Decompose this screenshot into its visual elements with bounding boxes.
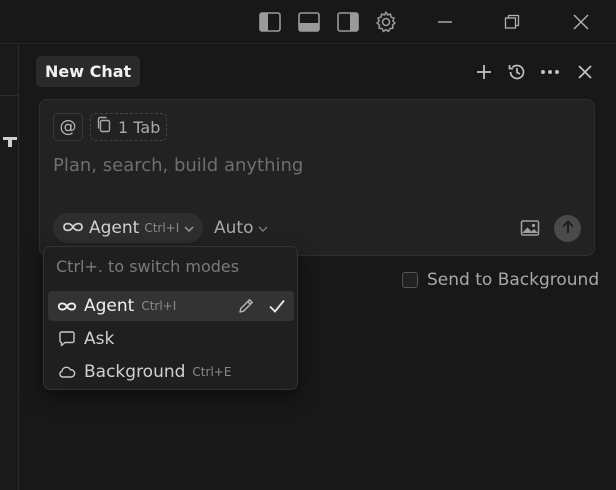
mode-menu-item-label: Ask <box>84 329 115 349</box>
mode-menu: Ctrl+. to switch modes Agent Ctrl+I Ask … <box>43 246 298 390</box>
copy-icon <box>96 116 112 138</box>
chat-bubble-icon <box>57 329 77 349</box>
mode-menu-item-agent[interactable]: Agent Ctrl+I <box>48 291 294 321</box>
editor-marker-icon <box>3 132 17 147</box>
context-tab-chip[interactable]: 1 Tab <box>90 113 168 141</box>
minimize-icon[interactable] <box>433 10 457 34</box>
history-icon[interactable] <box>505 60 529 84</box>
infinity-icon <box>62 218 84 238</box>
infinity-icon <box>57 296 77 316</box>
mode-label: Agent <box>89 218 140 238</box>
chevron-down-icon <box>258 218 268 238</box>
edit-pencil-icon[interactable] <box>236 296 256 316</box>
mode-menu-item-shortcut: Ctrl+I <box>141 299 177 313</box>
more-icon[interactable] <box>538 60 562 84</box>
prompt-input[interactable]: Plan, search, build anything <box>53 155 303 176</box>
model-selector[interactable]: Auto <box>214 218 268 238</box>
send-to-background-option[interactable]: Send to Background <box>402 270 599 290</box>
checkmark-icon <box>267 296 287 316</box>
mode-menu-item-background[interactable]: Background Ctrl+E <box>48 357 294 387</box>
model-label: Auto <box>214 218 254 238</box>
mode-menu-item-label: Background <box>84 362 186 382</box>
mode-menu-item-shortcut: Ctrl+E <box>192 365 232 379</box>
send-to-background-label: Send to Background <box>427 270 600 290</box>
mode-selector[interactable]: Agent Ctrl+I <box>53 213 204 243</box>
mode-menu-item-label: Agent <box>84 296 135 316</box>
chevron-down-icon <box>184 218 194 238</box>
cloud-icon <box>57 362 77 382</box>
toggle-panel-icon[interactable] <box>297 10 321 34</box>
mode-menu-hint: Ctrl+. to switch modes <box>56 257 240 276</box>
title-bar <box>0 0 616 44</box>
toggle-primary-sidebar-icon[interactable] <box>258 10 282 34</box>
close-icon[interactable] <box>569 10 593 34</box>
editor-edge <box>0 44 19 490</box>
send-button[interactable] <box>554 215 581 242</box>
at-icon: @ <box>59 117 77 137</box>
context-tab-label: 1 Tab <box>118 117 161 137</box>
arrow-up-icon <box>561 219 575 239</box>
settings-gear-icon[interactable] <box>374 10 398 34</box>
toggle-secondary-sidebar-icon[interactable] <box>336 10 360 34</box>
new-chat-plus-icon[interactable] <box>472 60 496 84</box>
close-chat-icon[interactable] <box>573 60 597 84</box>
editor-divider <box>0 95 19 96</box>
chat-tab-title[interactable]: New Chat <box>36 56 141 87</box>
restore-icon[interactable] <box>500 10 524 34</box>
mode-menu-item-ask[interactable]: Ask <box>48 324 294 354</box>
image-attach-icon[interactable] <box>518 216 542 240</box>
mention-button[interactable]: @ <box>53 113 83 141</box>
chat-composer: @ 1 Tab Plan, search, build anything Age… <box>39 99 595 256</box>
mode-shortcut: Ctrl+I <box>144 221 180 235</box>
send-to-background-checkbox[interactable] <box>402 272 418 288</box>
